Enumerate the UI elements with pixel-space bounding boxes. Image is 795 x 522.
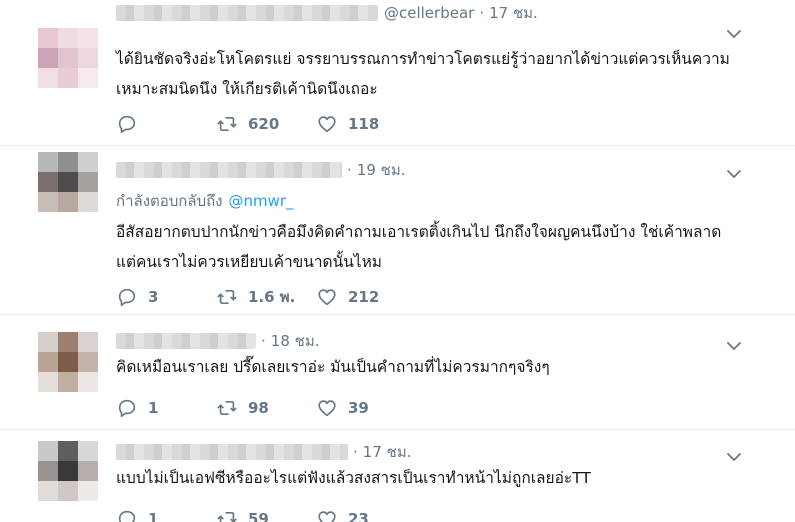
reply-button[interactable]: 1 — [116, 508, 216, 522]
retweet-button[interactable]: 1.6 พ. — [216, 285, 316, 309]
avatar[interactable] — [38, 28, 98, 88]
like-count: 118 — [348, 115, 380, 133]
retweet-icon — [217, 511, 237, 522]
reply-icon — [118, 399, 136, 418]
like-count: 212 — [348, 288, 380, 306]
reply-button[interactable] — [116, 113, 216, 135]
tweet-header: · 19 ชม. — [116, 159, 405, 181]
tweet-actions: 620 118 — [116, 112, 379, 136]
tweet-text: แบบไม่เป็นเอฟซีหรืออะไรแต่ฟังแล้วสงสารเป… — [116, 469, 591, 487]
display-name-blurred[interactable] — [116, 162, 342, 178]
avatar[interactable] — [38, 332, 98, 392]
tweet-1: @cellerbear · 17 ชม. ได้ยินชัดจริงอ่ะโหโ… — [0, 0, 795, 146]
timestamp[interactable]: 17 ชม. — [489, 1, 538, 25]
reply-count: 3 — [148, 288, 159, 306]
tweet-actions: 3 1.6 พ. 212 — [116, 285, 379, 309]
reply-icon — [118, 288, 136, 307]
retweet-count: 98 — [248, 399, 269, 417]
like-button[interactable]: 212 — [316, 286, 379, 308]
like-button[interactable]: 118 — [316, 113, 379, 135]
replying-label: กำลังตอบกลับถึง — [116, 192, 223, 210]
retweet-icon — [217, 116, 237, 132]
tweet-actions: 1 98 39 — [116, 396, 369, 420]
separator-dot: · — [479, 4, 485, 22]
reply-icon — [118, 510, 136, 522]
reply-count: 1 — [148, 510, 159, 522]
chevron-down-icon[interactable] — [726, 26, 742, 42]
user-handle[interactable]: @cellerbear — [384, 4, 474, 22]
retweet-button[interactable]: 98 — [216, 397, 316, 419]
like-icon — [318, 400, 336, 417]
avatar[interactable] — [38, 441, 98, 501]
separator-dot: · — [353, 443, 358, 461]
separator-dot: · — [261, 332, 266, 350]
chevron-down-icon[interactable] — [726, 166, 742, 182]
tweet-header: · 17 ชม. — [116, 441, 411, 463]
like-button[interactable]: 23 — [316, 508, 369, 522]
replying-mention[interactable]: @nmwr_ — [229, 192, 294, 210]
tweet-header: · 18 ชม. — [116, 330, 319, 352]
tweet-text: ได้ยินชัดจริงอ่ะโหโคตรแย่ จรรยาบรรณการทำ… — [116, 50, 730, 98]
tweet-2: · 19 ชม. กำลังตอบกลับถึง @nmwr_ อีสัสอยาก… — [0, 147, 795, 315]
like-icon — [318, 511, 336, 522]
separator-dot: · — [347, 161, 352, 179]
display-name-blurred[interactable] — [116, 333, 256, 349]
tweet-actions: 1 59 23 — [116, 507, 369, 522]
retweet-count: 620 — [248, 115, 280, 133]
retweet-icon — [217, 289, 237, 305]
like-count: 23 — [348, 510, 369, 522]
retweet-count: 59 — [248, 510, 269, 522]
replying-to: กำลังตอบกลับถึง @nmwr_ — [116, 189, 294, 213]
reply-count: 1 — [148, 399, 159, 417]
reply-icon — [118, 115, 136, 134]
tweet-4: · 17 ชม. แบบไม่เป็นเอฟซีหรืออะไรแต่ฟังแล… — [0, 431, 795, 522]
tweet-header: @cellerbear · 17 ชม. — [116, 2, 538, 24]
timestamp[interactable]: 18 ชม. — [271, 329, 320, 353]
retweet-button[interactable]: 620 — [216, 113, 316, 135]
like-button[interactable]: 39 — [316, 397, 369, 419]
tweet-text: คิดเหมือนเราเลย ปรี๊ดเลยเราอ่ะ มันเป็นคำ… — [116, 358, 550, 376]
retweet-button[interactable]: 59 — [216, 508, 316, 522]
timestamp[interactable]: 19 ชม. — [357, 158, 406, 182]
reply-button[interactable]: 3 — [116, 286, 216, 308]
display-name-blurred[interactable] — [116, 5, 378, 21]
retweet-icon — [217, 400, 237, 416]
retweet-count: 1.6 พ. — [248, 288, 296, 306]
like-count: 39 — [348, 399, 369, 417]
avatar[interactable] — [38, 152, 98, 212]
display-name-blurred[interactable] — [116, 444, 348, 460]
tweet-3: · 18 ชม. คิดเหมือนเราเลย ปรี๊ดเลยเราอ่ะ … — [0, 316, 795, 430]
like-icon — [318, 289, 336, 306]
like-icon — [318, 116, 336, 133]
reply-button[interactable]: 1 — [116, 397, 216, 419]
timestamp[interactable]: 17 ชม. — [363, 440, 412, 464]
tweet-text: อีสัสอยากตบปากนักข่าวคือมึงคิดคำถามเอาเร… — [116, 223, 722, 271]
